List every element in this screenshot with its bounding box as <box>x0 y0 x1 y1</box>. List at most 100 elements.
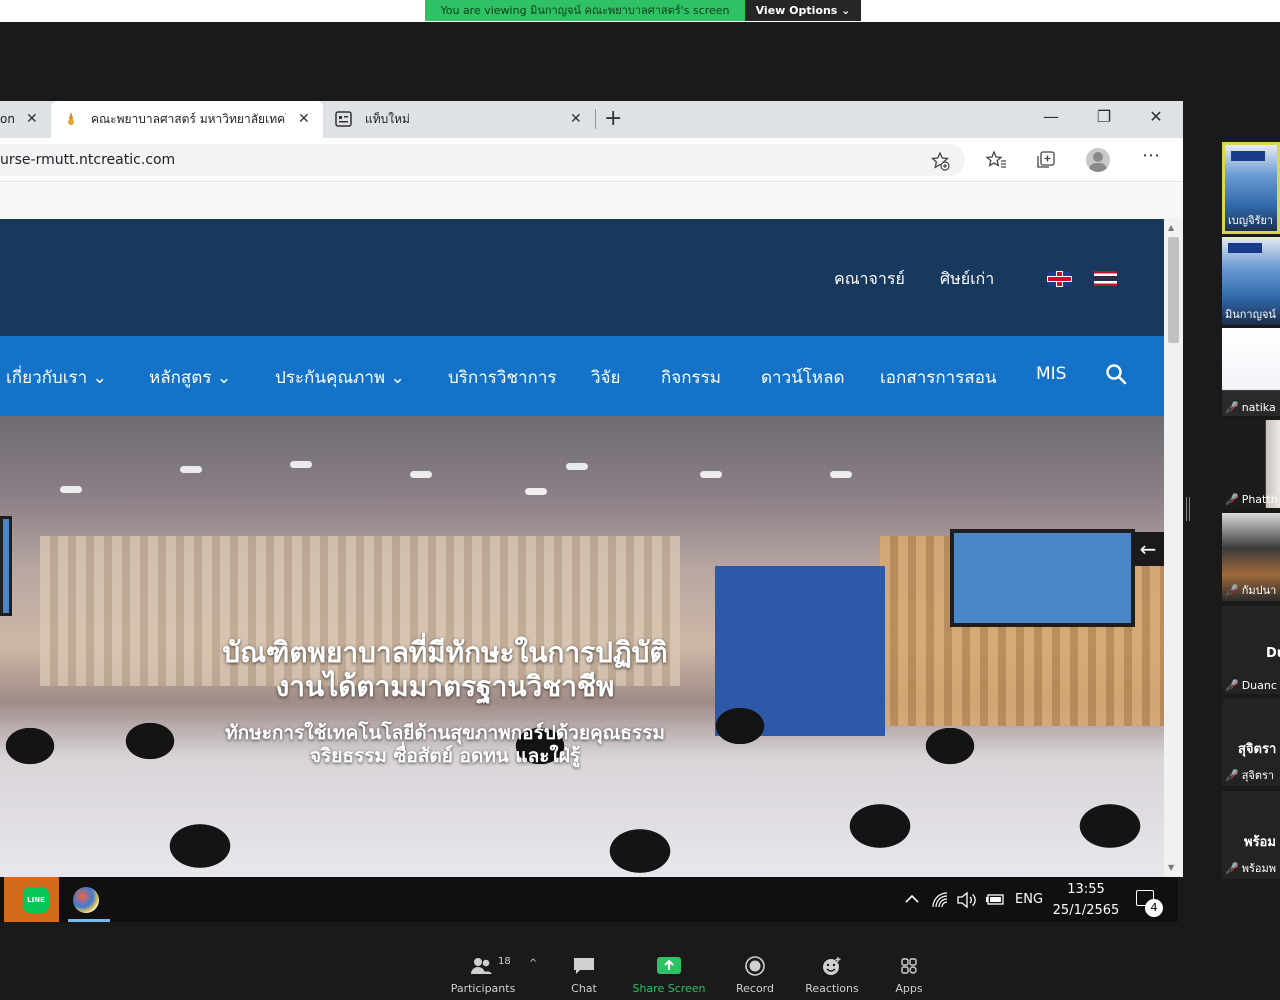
participant-label: 🎤̸ สุจิตรา <box>1225 766 1274 784</box>
wifi-icon[interactable] <box>931 891 949 909</box>
paint-app-icon[interactable] <box>73 887 99 913</box>
muted-mic-icon: 🎤̸ <box>1225 493 1239 506</box>
nav-teaching-documents[interactable]: เอกสารการสอน <box>880 364 997 391</box>
participant-video-tile[interactable]: 🎤̸ กัมปนา <box>1222 513 1280 601</box>
muted-mic-icon: 🎤̸ <box>1225 862 1239 875</box>
ceiling-light <box>60 486 82 493</box>
participant-video-tile[interactable]: 🎤̸ natika <box>1222 328 1280 416</box>
muted-mic-icon: 🎤̸ <box>1225 584 1239 597</box>
notification-count-badge: 4 <box>1145 899 1163 917</box>
browser-infobar <box>0 183 1183 219</box>
ceiling-light <box>525 488 547 495</box>
tab-close-icon[interactable]: ✕ <box>298 101 310 138</box>
tab-close-icon[interactable]: ✕ <box>26 101 38 138</box>
show-hidden-icons-icon[interactable] <box>904 893 920 905</box>
language-indicator[interactable]: ENG <box>1015 877 1043 922</box>
record-label: Record <box>735 982 774 995</box>
ceiling-light <box>830 471 852 478</box>
participant-name: กัมปนา <box>1241 584 1277 597</box>
address-bar[interactable]: urse-rmutt.ntcreatic.com <box>0 144 965 176</box>
browser-tab-partial[interactable]: on ✕ <box>0 101 47 138</box>
participant-tile[interactable]: พร้อม 🎤̸ พร้อมพ <box>1222 791 1280 879</box>
ceiling-light <box>566 463 588 470</box>
participant-label: 🎤̸ Phatth <box>1225 493 1278 506</box>
taskbar-clock[interactable]: 13:55 25/1/2565 <box>1050 881 1122 920</box>
participant-name: natika <box>1241 401 1276 414</box>
taskbar-line-active[interactable]: LINE <box>4 877 59 922</box>
browser-tab-new[interactable]: แท็บใหม่ ✕ <box>325 101 595 138</box>
volume-icon[interactable] <box>956 891 978 909</box>
thai-flag-icon[interactable] <box>1094 271 1117 286</box>
restore-button[interactable]: ❐ <box>1089 107 1119 126</box>
scroll-up-icon[interactable]: ▲ <box>1168 223 1174 232</box>
participants-caret-icon[interactable]: ^ <box>529 958 537 969</box>
hero-headline: บัณฑิตพยาบาลที่มีทักษะในการปฏิบัติ งานได… <box>0 636 890 704</box>
nav-activities[interactable]: กิจกรรม <box>661 364 721 391</box>
new-tab-button[interactable]: + <box>604 108 622 130</box>
nav-curriculum[interactable]: หลักสูตร ⌄ <box>149 364 231 391</box>
more-icon[interactable]: ⋯ <box>1142 147 1160 165</box>
viewing-banner: You are viewing มินกาญจน์ คณะพยาบาลศาสตร… <box>425 0 745 21</box>
tab-close-icon[interactable]: ✕ <box>570 101 582 138</box>
battery-icon[interactable] <box>985 892 1005 906</box>
nav-research[interactable]: วิจัย <box>591 364 620 391</box>
participant-tile[interactable]: สุจิตรา 🎤̸ สุจิตรา <box>1222 698 1280 786</box>
reactions-icon <box>823 957 841 975</box>
nav-quality-assurance[interactable]: ประกันคุณภาพ ⌄ <box>275 364 405 391</box>
hero-headline-line2: งานได้ตามมาตรฐานวิชาชีพ <box>275 670 615 703</box>
zoom-meeting-window: { "zoom": { "banner": { "viewing_text": … <box>0 0 1280 1000</box>
minimize-button[interactable]: — <box>1036 107 1066 126</box>
participant-name: มินกาญจน์ <box>1225 308 1276 321</box>
window-close-button[interactable]: ✕ <box>1141 107 1171 126</box>
rmutt-logo-icon <box>1231 151 1265 161</box>
participant-video-tile[interactable]: มินกาญจน์ <box>1222 237 1280 325</box>
participant-name: พร้อมพ <box>1241 862 1276 875</box>
slider-prev-arrow-icon[interactable]: ← <box>1132 532 1164 566</box>
record-icon <box>745 956 765 976</box>
participant-video-tile[interactable]: เบญจิรัยา น <box>1222 142 1280 234</box>
participants-label: Participants <box>450 982 516 995</box>
tab-separator <box>595 109 596 129</box>
search-icon[interactable] <box>1104 362 1128 386</box>
ceiling-light <box>700 471 722 478</box>
participant-name: Phatth <box>1241 493 1278 506</box>
scroll-thumb[interactable] <box>1168 237 1179 343</box>
scroll-down-icon[interactable]: ▼ <box>1168 863 1174 872</box>
share-screen-icon <box>657 957 681 974</box>
view-options-button[interactable]: View Options ⌄ <box>745 0 861 21</box>
muted-mic-icon: 🎤̸ <box>1225 679 1239 692</box>
ceiling-light <box>290 461 312 468</box>
browser-tab-active[interactable]: คณะพยาบาลศาสตร์ มหาวิทยาลัยเทคโ ✕ <box>51 101 323 138</box>
tab-title: on <box>0 112 15 126</box>
url-text: urse-rmutt.ntcreatic.com <box>0 152 176 168</box>
participant-name: เบญจิรัยา น <box>1228 214 1280 227</box>
link-alumni[interactable]: ศิษย์เก่า <box>940 267 994 292</box>
site-nav-bar: เกี่ยวกับเรา ⌄ หลักสูตร ⌄ ประกันคุณภาพ ⌄… <box>0 336 1164 416</box>
profile-icon[interactable] <box>1086 148 1110 172</box>
nav-download[interactable]: ดาวน์โหลด <box>761 364 845 391</box>
page-scrollbar[interactable]: ▲ ▼ <box>1164 219 1183 877</box>
link-faculty[interactable]: คณาจารย์ <box>834 267 905 292</box>
nav-about[interactable]: เกี่ยวกับเรา ⌄ <box>6 364 107 391</box>
rmutt-logo-icon <box>1228 243 1262 253</box>
participant-video-tile[interactable]: 🎤̸ Phatth <box>1222 420 1280 508</box>
collections-icon[interactable] <box>1035 150 1057 170</box>
line-app-icon[interactable]: LINE <box>23 887 49 913</box>
panel-resize-handle[interactable] <box>1186 497 1190 521</box>
participant-label: 🎤̸ Duanc <box>1225 679 1277 692</box>
new-tab-page-icon <box>335 111 352 127</box>
hero-banner: บัณฑิตพยาบาลที่มีทักษะในการปฏิบัติ งานได… <box>0 416 1164 877</box>
nav-academic-service[interactable]: บริการวิชาการ <box>448 364 557 391</box>
hero-subline2: จริยธรรม ซื่อสัตย์ อดทน และใฝ่รู้ <box>309 745 581 767</box>
ceiling-light <box>410 471 432 478</box>
participant-label: 🎤̸ natika <box>1225 401 1276 414</box>
add-favorite-icon[interactable] <box>930 151 950 171</box>
participant-tile[interactable]: Du 🎤̸Duanc <box>1222 606 1280 694</box>
favorites-icon[interactable] <box>985 150 1007 170</box>
english-flag-icon[interactable] <box>1048 272 1071 286</box>
clock-time: 13:55 <box>1067 882 1105 897</box>
hero-subheadline: ทักษะการใช้เทคโนโลยีด้านสุขภาพกอร์ปด้วยค… <box>0 722 890 768</box>
nav-mis[interactable]: MIS <box>1036 364 1066 384</box>
shared-browser-window: on ✕ คณะพยาบาลศาสตร์ มหาวิทยาลัยเทคโ ✕ แ… <box>0 101 1183 877</box>
participant-big-name: Du <box>1266 646 1280 661</box>
